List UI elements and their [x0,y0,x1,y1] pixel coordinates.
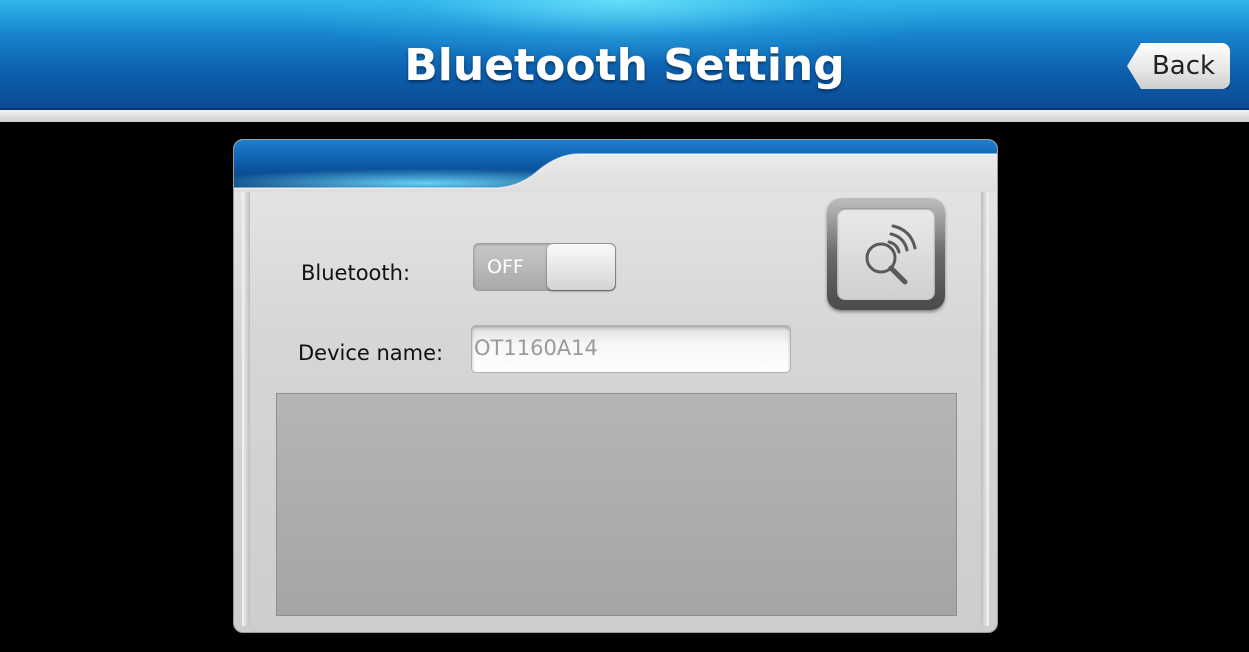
page-title: Bluetooth Setting [404,40,845,91]
toggle-knob[interactable] [547,244,615,290]
device-name-label: Device name: [298,341,444,365]
bluetooth-setting-screen: Bluetooth Setting Back Bluetooth: OFF De… [0,0,1249,652]
bluetooth-toggle[interactable]: OFF [473,243,616,291]
header-divider [0,110,1249,122]
panel-tab-header [234,140,997,192]
header-bar: Bluetooth Setting Back [0,0,1249,110]
panel-left-rail [242,192,250,626]
scan-button-face [837,208,935,300]
settings-panel: Bluetooth: OFF Device name: OT1160A14 [233,139,998,633]
search-bluetooth-icon [865,224,917,285]
panel-right-rail [981,192,989,626]
scan-devices-button[interactable] [827,198,945,310]
bluetooth-label: Bluetooth: [301,261,411,285]
device-list-area[interactable] [276,393,957,616]
device-name-field[interactable]: OT1160A14 [471,325,791,373]
back-button[interactable]: Back [1127,43,1230,89]
toggle-state-label: OFF [487,256,524,278]
